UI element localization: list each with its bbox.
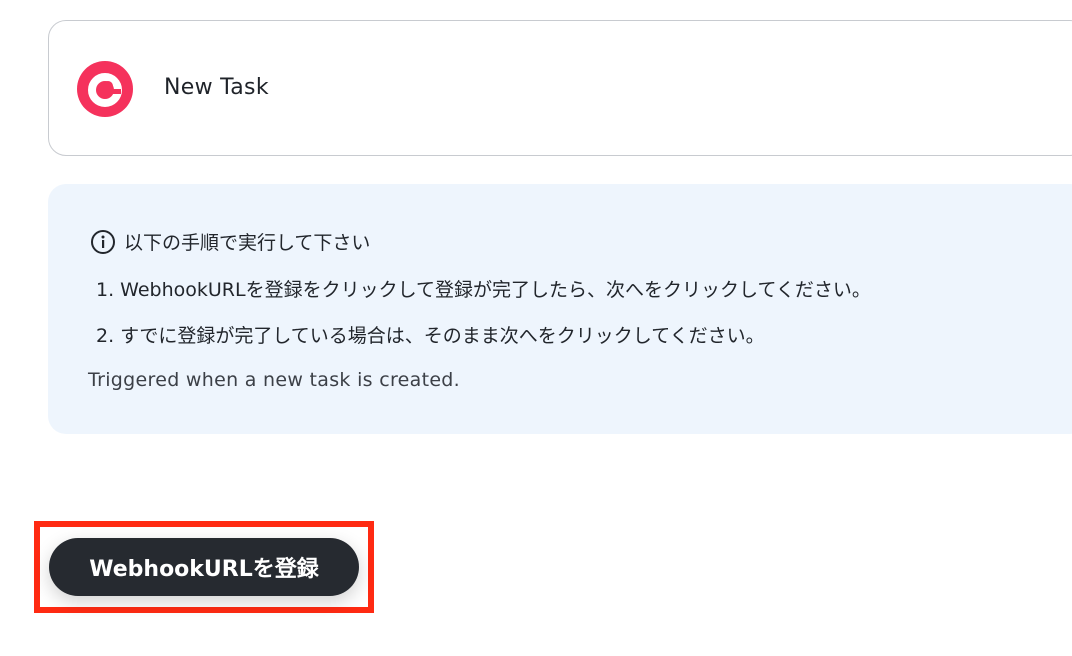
- instruction-step-1: 1. WebhookURLを登録をクリックして登録が完了したら、次へをクリックし…: [96, 279, 871, 301]
- instruction-box: 以下の手順で実行して下さい 1. WebhookURLを登録をクリックして登録が…: [48, 184, 1072, 434]
- trigger-description: Triggered when a new task is created.: [88, 369, 461, 391]
- instruction-header: 以下の手順で実行して下さい: [90, 228, 370, 255]
- trigger-card: New Task: [48, 20, 1072, 156]
- info-circle-icon: [91, 229, 115, 254]
- register-webhook-button[interactable]: WebhookURLを登録: [49, 538, 359, 596]
- instruction-header-text: 以下の手順で実行して下さい: [124, 232, 371, 254]
- instruction-step-2: 2. すでに登録が完了している場合は、そのまま次へをクリックしてください。: [96, 325, 765, 347]
- trigger-title: New Task: [164, 75, 269, 100]
- app-logo-icon: [77, 61, 133, 117]
